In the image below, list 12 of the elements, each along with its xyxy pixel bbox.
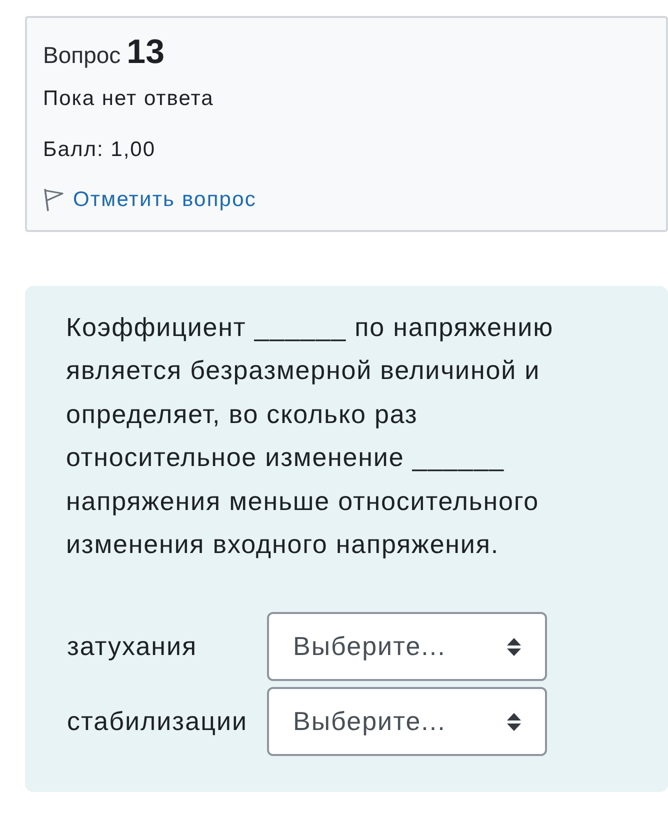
question-label: Вопрос bbox=[43, 42, 121, 69]
updown-caret-icon bbox=[507, 712, 521, 731]
question-number: 13 bbox=[126, 34, 164, 70]
match-stem: стабилизации bbox=[66, 706, 249, 738]
answer-select[interactable]: Выберите... bbox=[267, 687, 547, 756]
answer-status: Пока нет ответа bbox=[43, 87, 215, 111]
match-stem: затухания bbox=[66, 631, 198, 662]
updown-caret-icon bbox=[507, 638, 521, 656]
grade-text: Балл: 1,00 bbox=[43, 138, 157, 162]
question-text: Коэффициент ______ по напряжению является безразмерной величиной и определяет, во сколько раз относительное изменение ______ напряжения меньше относительного изменения входного напряжения. bbox=[66, 311, 554, 562]
flag-question-link[interactable]: Отметить вопрос bbox=[73, 188, 256, 212]
answer-select[interactable]: Выберите... bbox=[267, 612, 547, 682]
